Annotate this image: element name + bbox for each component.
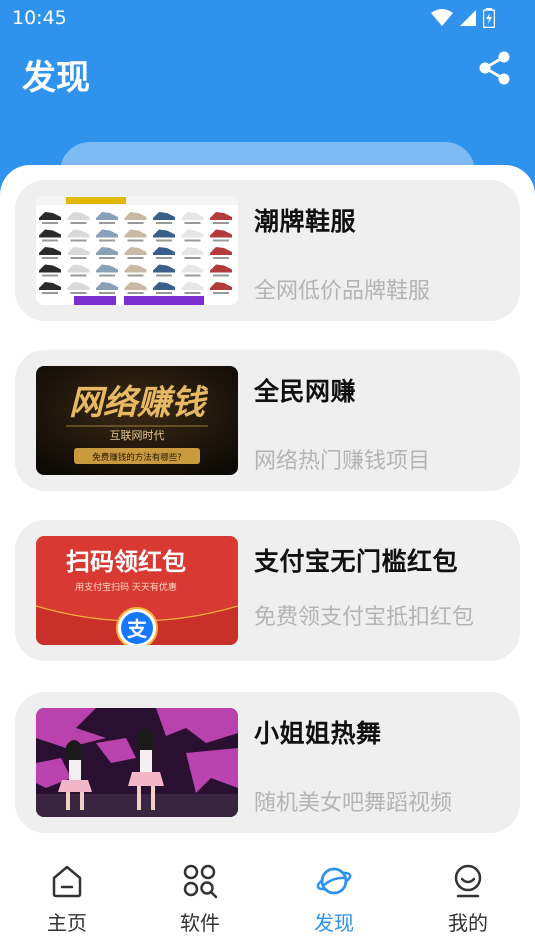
shoe-label-line: [70, 274, 87, 277]
shoe-label-line: [42, 292, 58, 294]
shoe-label-line: [99, 239, 115, 242]
nav-apps[interactable]: 软件: [155, 845, 245, 951]
card-title: 全民网赚: [254, 377, 357, 406]
card-title: 支付宝无门槛红包: [254, 547, 459, 576]
content-sheet: 潮牌鞋服 全网低价品牌鞋服 网络赚钱 互联网时代 免费赚钱的方法有哪些? 全民网…: [0, 165, 535, 951]
shoe-label-line: [213, 239, 229, 242]
bottom-nav: 主页 软件 发现 我的: [0, 845, 535, 951]
money-thumbnail: 网络赚钱 互联网时代 免费赚钱的方法有哪些?: [36, 366, 238, 475]
shoe-label-line: [127, 292, 144, 294]
card-desc: 免费领支付宝抵扣红包: [254, 605, 475, 630]
money-sub: 互联网时代: [110, 429, 165, 442]
shoe-label-line: [184, 257, 201, 259]
card-fashion[interactable]: 潮牌鞋服 全网低价品牌鞋服: [15, 180, 520, 321]
alipay-logo: 支: [127, 617, 148, 641]
shoe-label-line: [156, 239, 172, 242]
shoe-label-line: [99, 257, 115, 259]
shoe-label-line: [184, 274, 201, 277]
shoe-label-line: [42, 222, 58, 224]
shoe-label-line: [99, 292, 115, 294]
shoe-label-line: [70, 292, 87, 294]
card-title: 小姐姐热舞: [254, 719, 382, 748]
apps-icon: [183, 864, 218, 899]
nav-label: 发现: [314, 911, 354, 935]
shoe-label-line: [70, 239, 87, 242]
dance-thumbnail: [36, 708, 238, 817]
shoe-label-line: [213, 257, 229, 259]
shoe-label-line: [184, 239, 201, 242]
nav-profile[interactable]: 我的: [423, 845, 513, 951]
shoe-label-line: [70, 222, 87, 224]
nav-home[interactable]: 主页: [22, 845, 112, 951]
signal-icon: [460, 10, 476, 26]
money-tag: 免费赚钱的方法有哪些?: [92, 452, 182, 463]
nav-discover[interactable]: 发现: [289, 845, 379, 951]
alipay-headline: 扫码领红包: [66, 548, 186, 576]
shoe-label-line: [184, 292, 201, 294]
card-dance[interactable]: 小姐姐热舞 随机美女吧舞蹈视频: [15, 692, 520, 833]
status-time: 10:45: [12, 7, 67, 29]
nav-label: 软件: [180, 911, 220, 935]
alipay-sub: 用支付宝扫码 天天有优惠: [75, 581, 177, 593]
card-desc: 网络热门赚钱项目: [254, 449, 431, 474]
planet-icon: [316, 867, 352, 895]
status-bar: 10:45: [0, 0, 535, 38]
shoe-label-line: [184, 222, 201, 224]
shoe-label-line: [156, 274, 172, 277]
smile-icon: [454, 864, 482, 898]
shoe-label-line: [213, 274, 229, 277]
shoe-label-line: [156, 292, 172, 294]
shoes-thumbnail: [36, 196, 238, 305]
shoe-label-line: [42, 257, 58, 259]
money-headline: 网络赚钱: [69, 383, 209, 423]
shoe-label-line: [127, 274, 144, 277]
shoe-label-line: [70, 257, 87, 259]
shoe-label-line: [127, 239, 144, 242]
page-title: 发现: [22, 58, 90, 98]
shoe-label-line: [156, 257, 172, 259]
alipay-thumbnail: 扫码领红包 用支付宝扫码 天天有优惠 支: [36, 536, 238, 645]
share-icon[interactable]: [478, 50, 512, 86]
nav-label: 我的: [448, 911, 488, 935]
shoe-label-line: [127, 222, 144, 224]
battery-icon: [483, 8, 495, 28]
nav-label: 主页: [47, 911, 87, 935]
shoe-label-line: [213, 292, 229, 294]
card-desc: 随机美女吧舞蹈视频: [254, 791, 453, 816]
card-desc: 全网低价品牌鞋服: [254, 279, 431, 304]
shoe-label-line: [213, 222, 229, 224]
shoe-label-line: [42, 274, 58, 277]
shoe-label-line: [127, 257, 144, 259]
card-alipay[interactable]: 扫码领红包 用支付宝扫码 天天有优惠 支 支付宝无门槛红包 免费领支付宝抵扣红包: [15, 520, 520, 661]
wifi-icon: [431, 9, 453, 26]
shoe-label-line: [42, 239, 58, 242]
shoe-label-line: [99, 274, 115, 277]
status-icons: [431, 8, 495, 28]
home-icon: [52, 865, 82, 898]
shoe-label-line: [156, 222, 172, 224]
card-earn[interactable]: 网络赚钱 互联网时代 免费赚钱的方法有哪些? 全民网赚 网络热门赚钱项目: [15, 350, 520, 491]
shoe-label-line: [99, 222, 115, 224]
card-title: 潮牌鞋服: [254, 207, 357, 236]
